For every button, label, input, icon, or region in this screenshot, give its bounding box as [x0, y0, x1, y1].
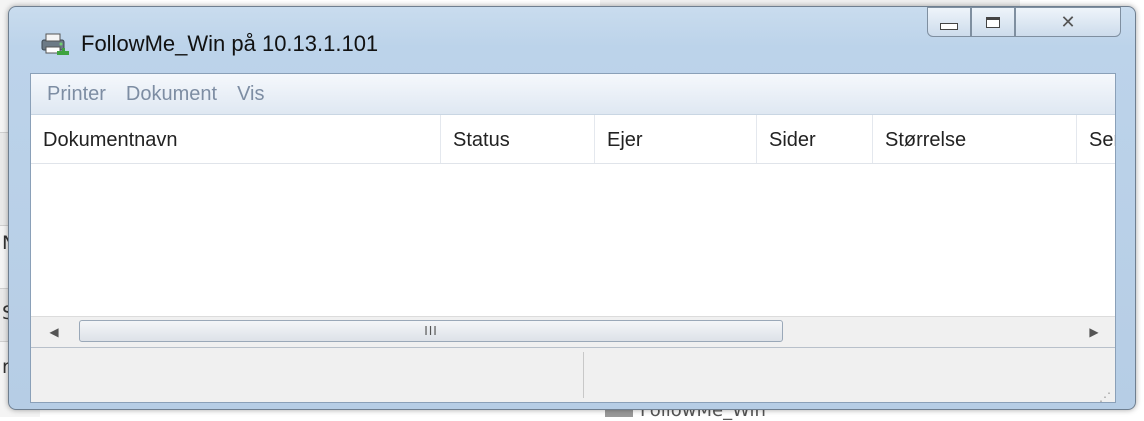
column-header-status[interactable]: Status [441, 115, 595, 163]
title-bar[interactable]: FollowMe_Win på 10.13.1.101 ✕ [9, 7, 1135, 67]
window-client-area: Printer Dokument Vis Dokumentnavn Status… [30, 73, 1116, 403]
arrow-left-icon: ◀ [49, 325, 59, 339]
maximize-icon [986, 16, 1000, 28]
printer-network-icon [41, 33, 69, 55]
column-header-ejer[interactable]: Ejer [595, 115, 757, 163]
status-bar: ⋰ [31, 347, 1115, 402]
scrollbar-thumb[interactable]: III [79, 320, 783, 342]
close-icon: ✕ [1060, 11, 1076, 33]
minimize-button[interactable] [927, 7, 971, 37]
column-header-storrelse[interactable]: Størrelse [873, 115, 1077, 163]
column-header-sider[interactable]: Sider [757, 115, 873, 163]
status-pane [31, 352, 584, 398]
horizontal-scrollbar[interactable]: ◀ III ▶ [31, 316, 1115, 347]
menu-printer[interactable]: Printer [47, 83, 106, 106]
minimize-icon [940, 22, 958, 30]
menu-vis[interactable]: Vis [237, 83, 264, 106]
menu-dokument[interactable]: Dokument [126, 83, 217, 106]
scroll-right-button[interactable]: ▶ [1077, 317, 1111, 347]
list-header: Dokumentnavn Status Ejer Sider Størrelse… [31, 115, 1115, 164]
scroll-left-button[interactable]: ◀ [37, 317, 71, 347]
grip-icon: III [424, 324, 438, 338]
arrow-right-icon: ▶ [1089, 325, 1099, 339]
status-pane [585, 352, 1115, 398]
column-header-ser[interactable]: Ser [1077, 115, 1115, 163]
close-button[interactable]: ✕ [1015, 7, 1121, 37]
document-list[interactable] [31, 164, 1115, 316]
window-title: FollowMe_Win på 10.13.1.101 [81, 31, 379, 56]
print-queue-window: FollowMe_Win på 10.13.1.101 ✕ Printer Do… [8, 6, 1136, 410]
column-header-dokumentnavn[interactable]: Dokumentnavn [31, 115, 441, 163]
maximize-button[interactable] [971, 7, 1015, 37]
resize-grip-icon[interactable]: ⋰ [1099, 391, 1111, 402]
menu-bar: Printer Dokument Vis [31, 74, 1115, 115]
